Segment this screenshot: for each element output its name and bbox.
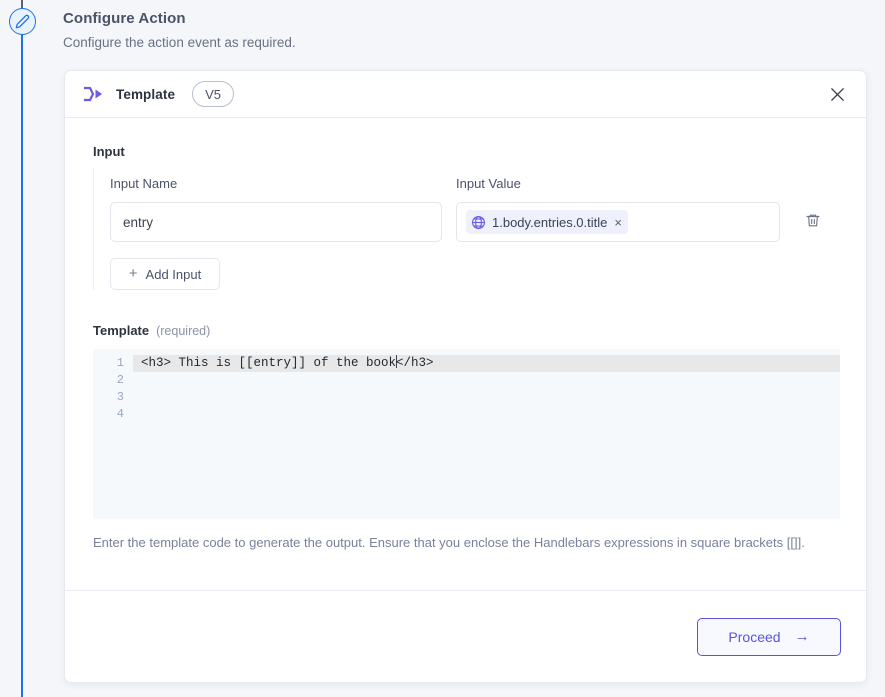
input-value-chip[interactable]: 1.body.entries.0.title × bbox=[466, 210, 628, 234]
card-title: Template bbox=[116, 86, 176, 102]
chip-remove-icon[interactable]: × bbox=[614, 216, 622, 229]
code-line[interactable]: <h3> This is [[entry]] of the book</h3> bbox=[133, 355, 840, 372]
code-gutter: 1 2 3 4 bbox=[93, 349, 133, 519]
edit-step-node[interactable] bbox=[9, 8, 36, 35]
template-arrow-icon bbox=[82, 83, 104, 105]
proceed-label: Proceed bbox=[728, 628, 781, 645]
configure-action-card: Template V5 Input Input Name Input Value bbox=[64, 70, 867, 683]
code-line[interactable] bbox=[133, 372, 840, 389]
version-badge: V5 bbox=[192, 81, 235, 107]
card-footer: Proceed → bbox=[65, 590, 866, 682]
line-number: 2 bbox=[116, 373, 124, 387]
proceed-button[interactable]: Proceed → bbox=[697, 617, 841, 656]
line-number: 4 bbox=[116, 407, 124, 421]
code-line[interactable] bbox=[133, 406, 840, 423]
line-number: 3 bbox=[116, 390, 124, 404]
input-value-block: Input Value 1.body.entries.0.title × bbox=[456, 176, 780, 242]
input-name-label: Input Name bbox=[110, 176, 178, 191]
input-section-label: Input bbox=[93, 144, 125, 159]
code-area[interactable]: <h3> This is [[entry]] of the book</h3> bbox=[133, 349, 840, 519]
input-row: Input Name Input Value bbox=[110, 176, 838, 242]
trash-icon[interactable] bbox=[802, 209, 824, 231]
input-value-field[interactable]: 1.body.entries.0.title × bbox=[456, 202, 780, 242]
globe-icon bbox=[471, 215, 486, 230]
input-group: Input Name Input Value bbox=[93, 168, 838, 290]
add-input-label: Add Input bbox=[145, 266, 202, 282]
input-name-block: Input Name bbox=[110, 176, 442, 242]
card-body: Input Input Name Input Value bbox=[65, 118, 866, 638]
card-header: Template V5 bbox=[65, 71, 866, 118]
template-required-hint: (required) bbox=[156, 324, 211, 338]
template-helper-text: Enter the template code to generate the … bbox=[93, 535, 805, 550]
code-text-after-caret: </h3> bbox=[396, 356, 434, 370]
code-text-before-caret: <h3> This is [[entry]] of the book bbox=[141, 356, 397, 370]
input-name-field[interactable] bbox=[110, 202, 442, 242]
template-block: Template (required) 1 2 3 4 <h3> This is… bbox=[93, 323, 840, 553]
workflow-rail bbox=[0, 0, 46, 697]
pencil-edit-icon bbox=[15, 14, 30, 29]
code-line[interactable] bbox=[133, 389, 840, 406]
line-number: 1 bbox=[116, 356, 124, 370]
arrow-right-icon: → bbox=[794, 628, 810, 645]
input-value-label: Input Value bbox=[456, 176, 521, 191]
template-label: Template bbox=[93, 323, 150, 338]
add-input-button[interactable]: + Add Input bbox=[110, 258, 220, 290]
page-header: Configure Action Configure the action ev… bbox=[63, 10, 763, 50]
close-icon[interactable] bbox=[824, 81, 850, 107]
template-label-row: Template (required) bbox=[93, 323, 838, 338]
page-title: Configure Action bbox=[63, 10, 186, 27]
page-subtitle: Configure the action event as required. bbox=[63, 35, 296, 50]
input-value-chip-text: 1.body.entries.0.title bbox=[492, 214, 608, 230]
rail-connector-bottom bbox=[21, 34, 23, 697]
plus-icon: + bbox=[128, 265, 138, 282]
template-code-editor[interactable]: 1 2 3 4 <h3> This is [[entry]] of the bo… bbox=[93, 349, 840, 519]
